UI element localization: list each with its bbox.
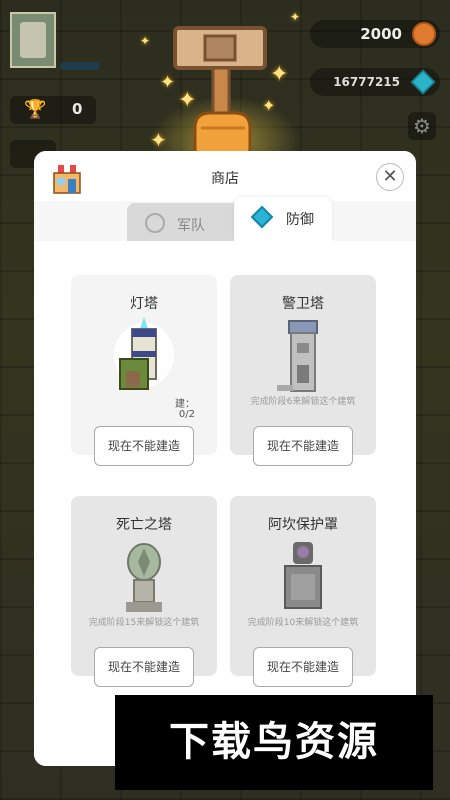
trophy-counter: 🏆 0 xyxy=(10,96,96,124)
settings-gear-icon[interactable]: ⚙ xyxy=(408,112,436,140)
sparkle-icon: ✦ xyxy=(150,128,167,152)
trophy-value: 0 xyxy=(72,100,83,118)
gem-icon xyxy=(410,69,436,95)
build-count: 0/2 xyxy=(178,409,195,420)
unlock-note: 完成阶段15来解锁这个建筑 xyxy=(88,618,200,628)
death-tower-icon xyxy=(126,543,162,612)
shop-card-arcane-shield[interactable]: 阿坎保护罩 完成阶段10来解锁这个建筑 现在不能建造 xyxy=(230,496,376,687)
sparkle-icon: ✦ xyxy=(262,96,276,115)
cannot-build-button[interactable]: 现在不能建造 xyxy=(94,647,194,687)
gem-counter[interactable]: 16777215 xyxy=(310,68,440,96)
lighthouse-icon xyxy=(114,317,174,390)
card-name: 警卫塔 xyxy=(282,296,324,312)
unlock-note: 完成阶段10来解锁这个建筑 xyxy=(247,618,359,628)
sparkle-icon: ✦ xyxy=(290,10,301,24)
cannot-build-button[interactable]: 现在不能建造 xyxy=(253,426,353,466)
cannot-build-button[interactable]: 现在不能建造 xyxy=(253,647,353,687)
avatar-figure xyxy=(20,22,46,58)
coin-counter[interactable]: 2000 xyxy=(310,20,440,48)
close-button[interactable]: ✕ xyxy=(376,163,404,191)
dialog-header: 商店 ✕ xyxy=(34,151,416,201)
shop-dialog: 商店 ✕ 军队 防御 灯塔 建： 0/2 现在不能建造 警卫塔 完成阶段6来解锁… xyxy=(34,151,416,766)
dialog-title: 商店 xyxy=(211,171,239,187)
coin-icon xyxy=(412,22,436,46)
shop-card-guard-tower[interactable]: 警卫塔 完成阶段6来解锁这个建筑 现在不能建造 xyxy=(230,275,376,466)
card-name: 死亡之塔 xyxy=(116,517,172,533)
sparkle-icon: ✦ xyxy=(160,72,176,93)
shop-card-lighthouse[interactable]: 灯塔 建： 0/2 现在不能建造 xyxy=(71,275,217,466)
watermark-banner: 下载鸟资源 xyxy=(115,695,433,790)
tab-defense-label: 防御 xyxy=(286,212,314,228)
trophy-icon: 🏆 xyxy=(24,99,47,120)
sparkle-icon: ✦ xyxy=(140,34,151,48)
player-avatar[interactable] xyxy=(10,12,56,68)
guard-tower-icon xyxy=(277,320,318,392)
coin-value: 2000 xyxy=(360,25,402,43)
tab-army-label: 军队 xyxy=(177,218,205,234)
card-name: 阿坎保护罩 xyxy=(268,517,338,533)
card-name: 灯塔 xyxy=(130,296,158,312)
gem-value: 16777215 xyxy=(333,75,400,89)
sparkle-icon: ✦ xyxy=(178,88,197,113)
sparkle-icon: ✦ xyxy=(270,62,289,87)
helmet-icon xyxy=(145,213,165,233)
build-count-label: 建： xyxy=(175,399,195,410)
xp-bar xyxy=(60,62,100,70)
close-icon: ✕ xyxy=(382,166,398,187)
unlock-note: 完成阶段6来解锁这个建筑 xyxy=(250,397,356,407)
cannot-build-button[interactable]: 现在不能建造 xyxy=(94,426,194,466)
arcane-shield-icon xyxy=(284,542,322,609)
tab-defense[interactable]: 防御 xyxy=(234,197,332,241)
shop-content: 灯塔 建： 0/2 现在不能建造 警卫塔 完成阶段6来解锁这个建筑 现在不能建造… xyxy=(34,241,416,766)
gem-icon xyxy=(250,205,274,229)
shop-card-death-tower[interactable]: 死亡之塔 完成阶段15来解锁这个建筑 现在不能建造 xyxy=(71,496,217,687)
